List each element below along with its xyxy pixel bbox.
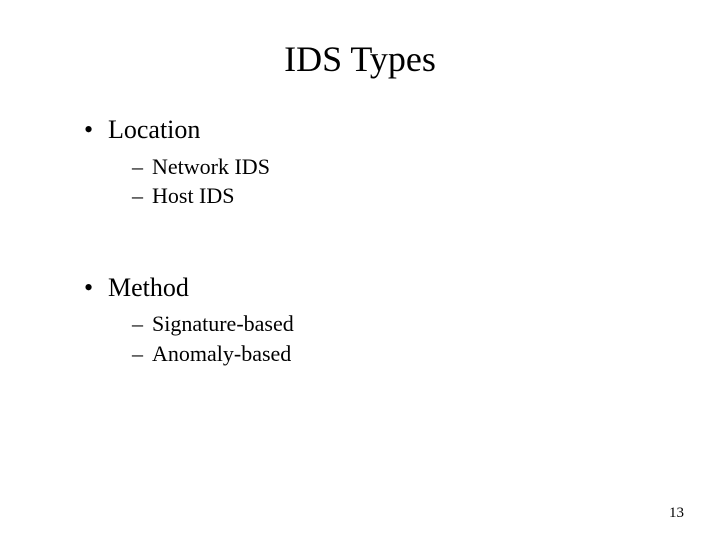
- spacer: [60, 218, 660, 272]
- slide-content: Location Network IDS Host IDS Method Sig…: [60, 114, 660, 367]
- bullet-list: Location Network IDS Host IDS: [60, 114, 660, 210]
- page-number: 13: [669, 505, 684, 522]
- sub-list: Signature-based Anomaly-based: [108, 310, 660, 367]
- list-item: Anomaly-based: [132, 340, 660, 368]
- list-item: Method Signature-based Anomaly-based: [84, 272, 660, 368]
- slide: IDS Types Location Network IDS Host IDS …: [0, 0, 720, 540]
- list-item: Location Network IDS Host IDS: [84, 114, 660, 210]
- section-heading: Method: [108, 273, 189, 302]
- sub-list: Network IDS Host IDS: [108, 153, 660, 210]
- bullet-list: Method Signature-based Anomaly-based: [60, 272, 660, 368]
- list-item: Signature-based: [132, 310, 660, 338]
- list-item: Host IDS: [132, 182, 660, 210]
- sub-item-label: Signature-based: [152, 311, 294, 336]
- sub-item-label: Anomaly-based: [152, 341, 291, 366]
- sub-item-label: Network IDS: [152, 154, 270, 179]
- list-item: Network IDS: [132, 153, 660, 181]
- sub-item-label: Host IDS: [152, 183, 235, 208]
- slide-title: IDS Types: [60, 38, 660, 80]
- section-heading: Location: [108, 115, 200, 144]
